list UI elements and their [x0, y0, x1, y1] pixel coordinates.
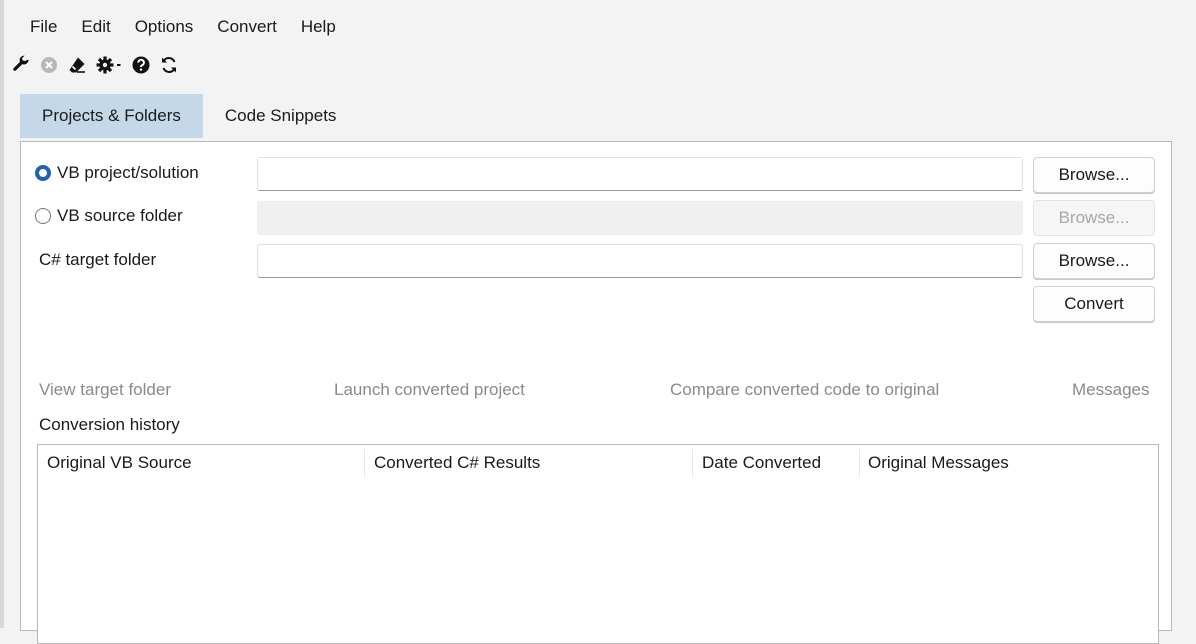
- conversion-history-label: Conversion history: [39, 415, 180, 434]
- vb-folder-option[interactable]: VB source folder: [35, 206, 183, 226]
- column-original-vb-source[interactable]: Original VB Source: [38, 445, 363, 479]
- browse-cs-target-button[interactable]: Browse...: [1033, 243, 1155, 279]
- view-target-folder-link[interactable]: View target folder: [39, 380, 171, 400]
- vb-project-input[interactable]: [257, 157, 1023, 191]
- vb-project-option[interactable]: VB project/solution: [35, 163, 199, 183]
- menu-options[interactable]: Options: [125, 14, 208, 40]
- vb-project-radio[interactable]: [35, 165, 51, 181]
- browse-vb-folder-button: Browse...: [1033, 200, 1155, 236]
- cancel-icon[interactable]: [38, 53, 60, 77]
- gear-dropdown-icon[interactable]: [94, 53, 124, 77]
- projects-folders-panel: VB project/solution Browse... VB source …: [20, 141, 1172, 644]
- eraser-icon[interactable]: [66, 53, 88, 77]
- help-icon[interactable]: [130, 53, 152, 77]
- cs-target-label: C# target folder: [39, 250, 157, 269]
- cs-target-input[interactable]: [257, 244, 1023, 278]
- toolbar: [10, 52, 180, 78]
- browse-vb-project-button[interactable]: Browse...: [1033, 157, 1155, 193]
- wrench-icon[interactable]: [10, 53, 32, 77]
- tab-code-snippets[interactable]: Code Snippets: [203, 94, 359, 138]
- conversion-history-grid[interactable]: Original VB Source Converted C# Results …: [37, 444, 1159, 644]
- column-original-messages[interactable]: Original Messages: [859, 445, 1139, 479]
- convert-button[interactable]: Convert: [1033, 286, 1155, 322]
- menu-help[interactable]: Help: [291, 14, 350, 40]
- menu-file[interactable]: File: [20, 14, 71, 40]
- vb-folder-label: VB source folder: [57, 206, 183, 225]
- column-converted-cs-results[interactable]: Converted C# Results: [365, 445, 692, 479]
- window-edge: [0, 0, 4, 628]
- menu-edit[interactable]: Edit: [71, 14, 124, 40]
- compare-code-link[interactable]: Compare converted code to original: [670, 380, 939, 400]
- tab-strip: Projects & Folders Code Snippets: [20, 94, 358, 138]
- refresh-icon[interactable]: [158, 53, 180, 77]
- messages-link[interactable]: Messages: [1072, 380, 1149, 400]
- vb-project-label: VB project/solution: [57, 163, 199, 182]
- launch-converted-project-link[interactable]: Launch converted project: [334, 380, 525, 400]
- menu-bar: File Edit Options Convert Help: [20, 14, 350, 40]
- tab-projects-folders[interactable]: Projects & Folders: [20, 94, 203, 138]
- vb-folder-radio[interactable]: [35, 208, 51, 224]
- cs-target-row: C# target folder: [39, 250, 156, 270]
- menu-convert[interactable]: Convert: [207, 14, 291, 40]
- vb-folder-input: [257, 201, 1023, 235]
- column-date-converted[interactable]: Date Converted: [693, 445, 859, 479]
